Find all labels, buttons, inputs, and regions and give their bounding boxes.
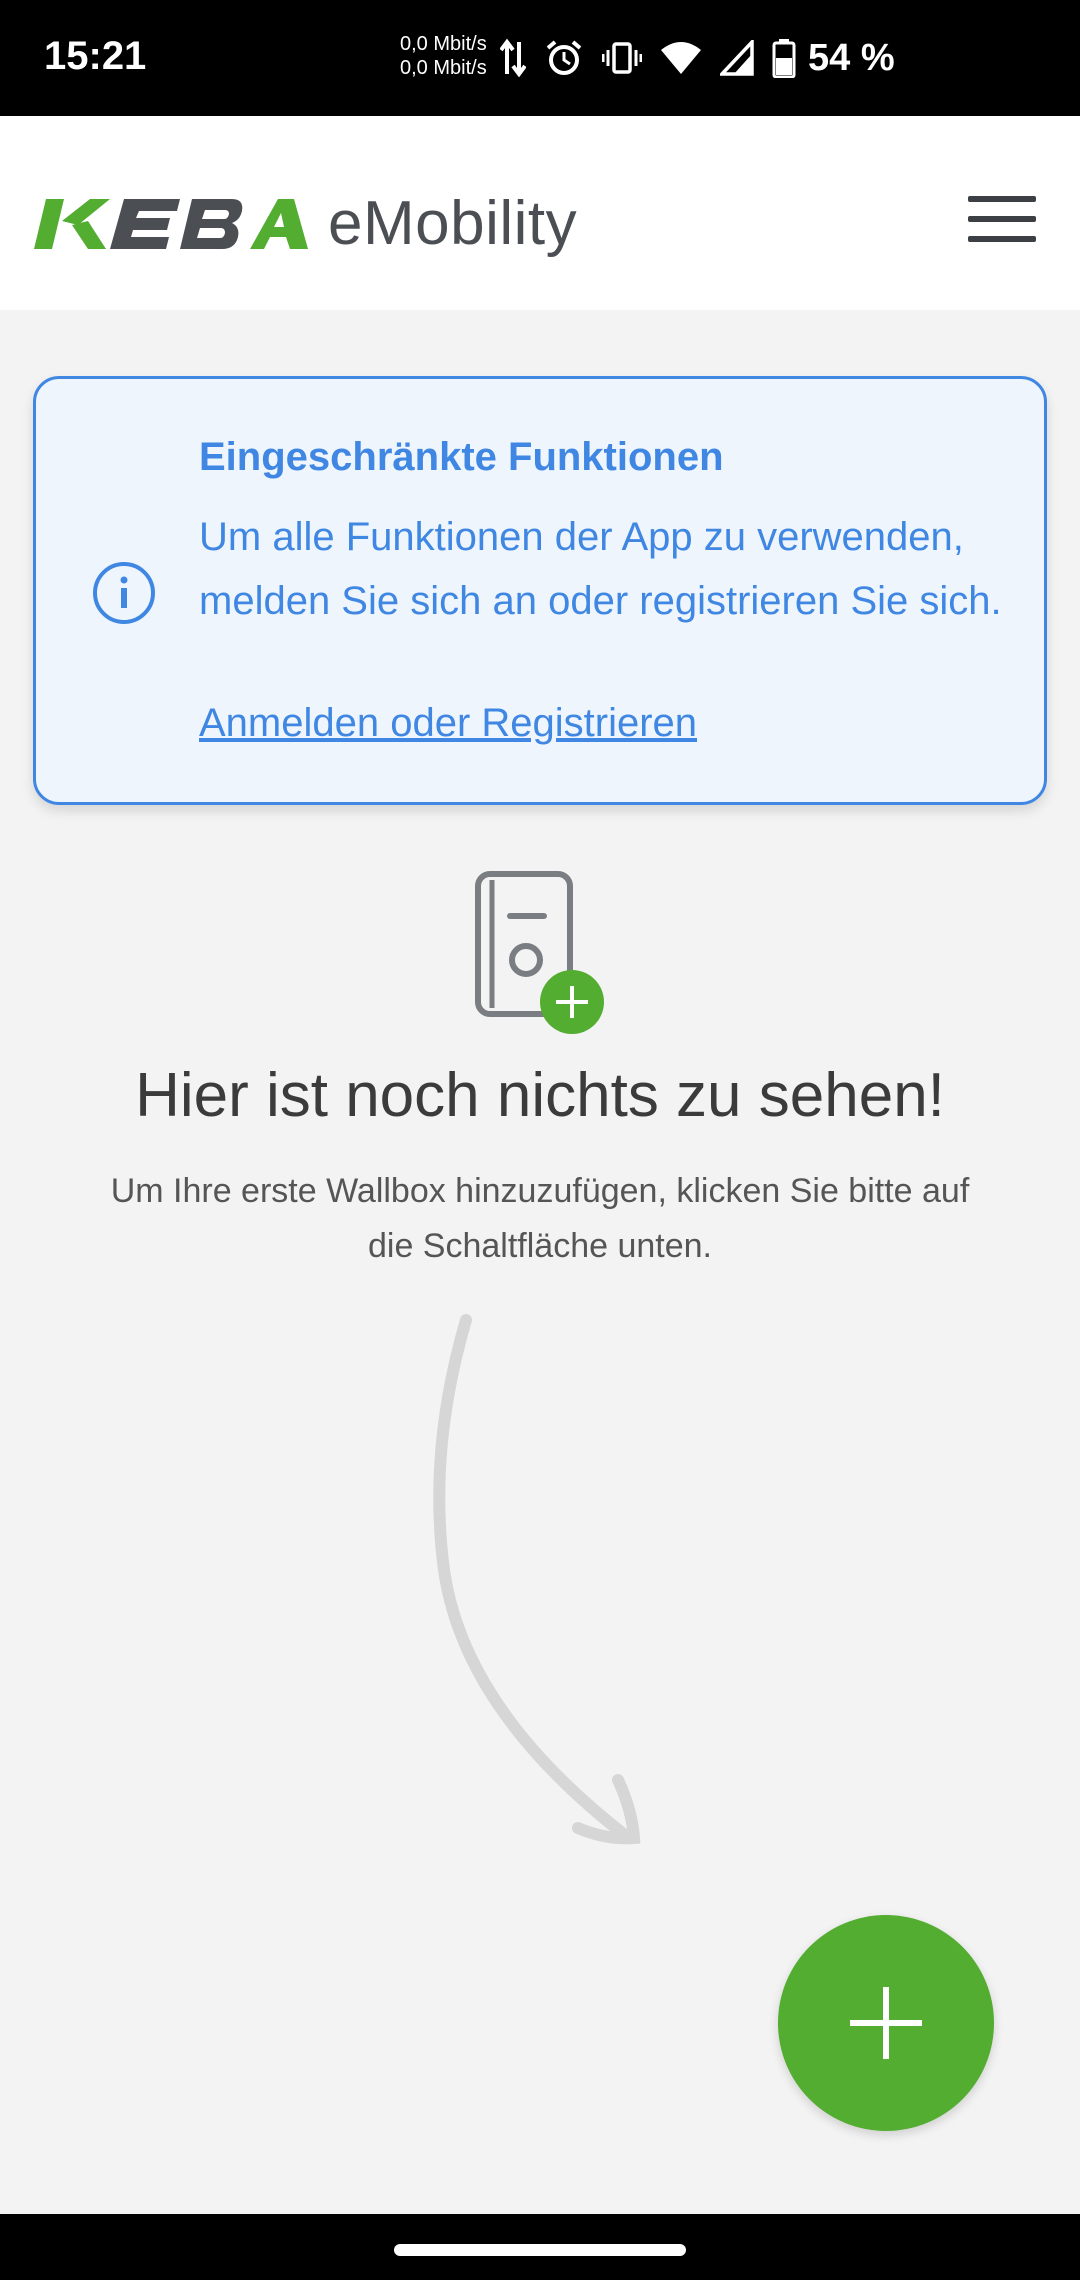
- app-logo: eMobility: [32, 188, 577, 259]
- wallbox-add-icon: [475, 871, 604, 1034]
- hamburger-menu-icon[interactable]: [966, 190, 1038, 248]
- curved-arrow-icon: [433, 1314, 641, 1845]
- plus-icon: [850, 1987, 922, 2059]
- net-download-speed: 0,0 Mbit/s: [400, 57, 487, 79]
- add-wallbox-button[interactable]: [778, 1915, 994, 2131]
- empty-state-title: Hier ist noch nichts zu sehen!: [135, 1061, 945, 1130]
- alarm-icon: [546, 40, 582, 75]
- card-message: Um alle Funktionen der App zu verwenden,…: [199, 515, 1002, 623]
- empty-state-description: Um Ihre erste Wallbox hinzuzufügen, klic…: [110, 1172, 970, 1265]
- status-bar: 15:21 0,0 Mbit/s 0,0 Mbit/s 54 %: [0, 0, 1080, 116]
- app-header: eMobility: [0, 116, 1080, 310]
- card-title: Eingeschränkte Funktionen: [199, 435, 724, 479]
- logo-subtitle: eMobility: [328, 189, 578, 258]
- menu-bar: [968, 216, 1036, 222]
- vibrate-icon: [602, 42, 642, 74]
- battery-icon: [772, 39, 796, 78]
- network-speed: 0,0 Mbit/s 0,0 Mbit/s: [400, 32, 487, 80]
- menu-bar: [968, 236, 1036, 242]
- battery-percent: 54 %: [808, 36, 895, 79]
- navigation-bar: [0, 2214, 1080, 2280]
- login-register-link[interactable]: Anmelden oder Registrieren: [199, 701, 697, 746]
- net-upload-speed: 0,0 Mbit/s: [400, 33, 487, 55]
- status-icons: 54 %: [500, 30, 895, 86]
- home-gesture-handle[interactable]: [394, 2244, 686, 2256]
- data-transfer-icon: [500, 38, 526, 78]
- info-icon: [93, 562, 155, 624]
- cell-signal-icon: [720, 40, 754, 76]
- status-time: 15:21: [44, 34, 147, 78]
- keba-logo: [34, 198, 308, 249]
- wifi-icon: [661, 42, 701, 74]
- restricted-functions-card: Eingeschränkte Funktionen Um alle Funkti…: [33, 376, 1047, 805]
- menu-bar: [968, 196, 1036, 202]
